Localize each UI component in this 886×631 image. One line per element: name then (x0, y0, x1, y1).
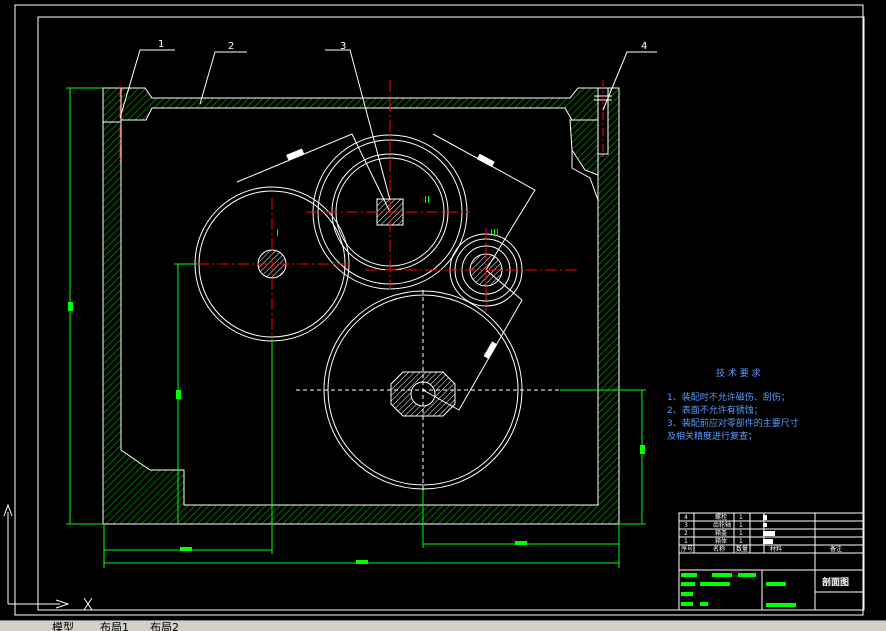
tech-req-line-2: 2、表面不允许有锈蚀； (667, 404, 763, 416)
table-row-4-name: 螺栓 (715, 513, 727, 521)
tech-req-line-1: 1、装配时不允许磁伤、刮伤； (667, 391, 790, 403)
tech-req-title: 技 术 要 求 (716, 367, 761, 379)
tab-layout1[interactable]: 布局1 (100, 621, 129, 631)
table-header-name: 名称 (713, 545, 725, 553)
tech-req-line-3: 3、装配前应对零部件的主要尺寸 (667, 417, 799, 429)
table-row-1-qty: 1 (739, 538, 743, 545)
table-row-4-no: 4 (684, 514, 688, 521)
tech-req-line-4: 及相关精度进行复查； (667, 430, 757, 442)
tab-layout2[interactable]: 布局2 (150, 621, 179, 631)
table-row-2-no: 2 (684, 530, 688, 537)
table-row-1-no: 1 (684, 538, 688, 545)
table-header-qty: 数量 (736, 545, 748, 553)
part-number-2: 2 (228, 41, 234, 52)
part-number-4: 4 (641, 41, 647, 52)
table-row-3-qty: 1 (739, 522, 743, 529)
table-row-3-name: 齿轮轴 (713, 521, 731, 529)
shaft-label-III: III (490, 228, 499, 239)
ucs-axis-icon (3, 503, 93, 611)
table-row-1-name: 箱体 (715, 537, 727, 545)
table-header-material: 材料 (770, 545, 782, 553)
table-header-note: 备注 (830, 545, 842, 553)
cad-drawing-canvas[interactable]: 1 2 3 4 I II III 技 术 要 求 1、装配时不允许磁伤、刮伤； … (0, 0, 886, 620)
table-row-2-name: 箱盖 (715, 529, 727, 537)
shaft-label-II: II (424, 195, 430, 206)
layout-tab-bar: 模型 布局1 布局2 (0, 620, 886, 631)
table-row-3-no: 3 (684, 522, 688, 529)
drawing-title: 剖面图 (822, 576, 849, 588)
table-header-no: 序号 (681, 545, 693, 553)
part-number-3: 3 (340, 41, 346, 52)
table-row-2-qty: 1 (739, 530, 743, 537)
tab-model[interactable]: 模型 (52, 621, 74, 631)
table-row-4-qty: 1 (739, 514, 743, 521)
shaft-label-I: I (276, 228, 279, 239)
part-number-1: 1 (158, 39, 164, 50)
title-block (678, 512, 865, 611)
